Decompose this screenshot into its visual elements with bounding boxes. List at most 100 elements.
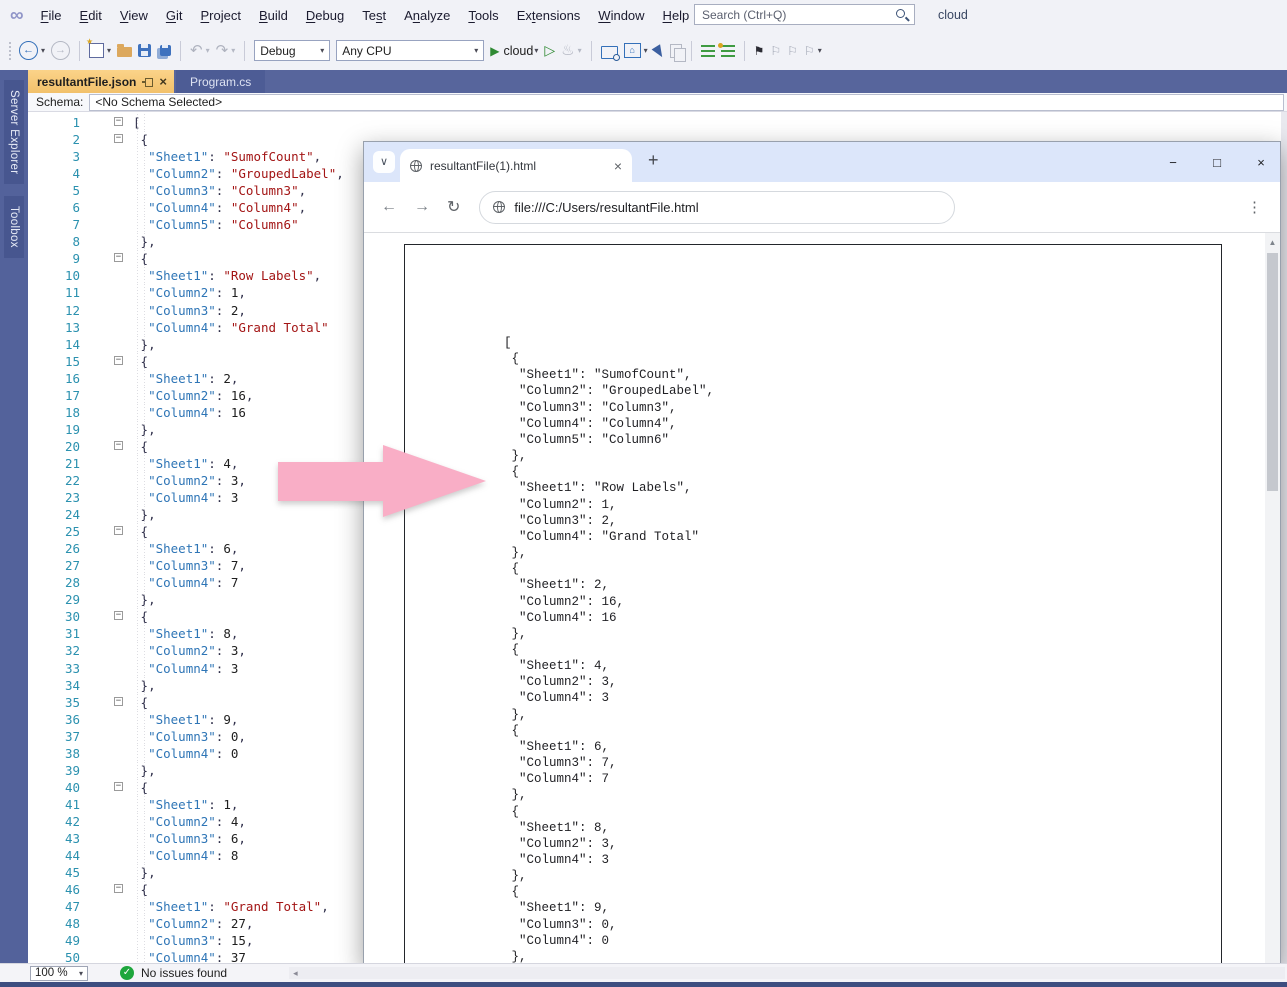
format-document-icon[interactable] <box>701 45 715 57</box>
navigate-back-icon[interactable]: ← <box>19 41 38 60</box>
navigate-forward-icon[interactable]: → <box>51 41 70 60</box>
undo-icon[interactable]: ↶ <box>190 42 203 60</box>
fold-column[interactable]: − <box>88 353 133 370</box>
horizontal-scrollbar[interactable]: ◂ <box>289 967 1285 979</box>
schema-dropdown[interactable]: <No Schema Selected> <box>89 94 1284 111</box>
forward-icon[interactable]: → <box>414 198 430 216</box>
chevron-down-icon[interactable]: ▾ <box>818 46 822 55</box>
save-all-icon[interactable] <box>160 45 171 56</box>
browser-scrollbar[interactable]: ▲ <box>1265 233 1280 964</box>
fold-column[interactable]: − <box>88 694 133 711</box>
fold-column <box>88 660 133 677</box>
tab-resultantfile-json[interactable]: resultantFile.json × <box>28 70 174 93</box>
scroll-left-icon[interactable]: ◂ <box>293 968 298 979</box>
editor-line[interactable]: 1−[ <box>28 114 1281 131</box>
back-icon[interactable]: ← <box>381 198 397 216</box>
menu-git[interactable]: Git <box>157 0 192 31</box>
previous-bookmark-icon[interactable]: ⚐ <box>770 43 781 59</box>
configuration-dropdown[interactable]: Debug▾ <box>254 40 330 61</box>
scrollbar-thumb[interactable] <box>1267 253 1278 491</box>
menu-view[interactable]: View <box>111 0 157 31</box>
start-debugging-button[interactable]: ▶ cloud ▾ <box>490 44 538 58</box>
hot-reload-icon[interactable]: ♨ <box>561 42 574 60</box>
next-bookmark-icon[interactable]: ⚐ <box>787 43 798 59</box>
menu-test[interactable]: Test <box>353 0 395 31</box>
menu-tools[interactable]: Tools <box>459 0 507 31</box>
status-bar <box>0 982 1287 987</box>
menu-extensions[interactable]: Extensions <box>508 0 590 31</box>
search-box[interactable]: Search (Ctrl+Q) <box>694 4 915 25</box>
fold-column[interactable]: − <box>88 779 133 796</box>
scroll-up-icon[interactable]: ▲ <box>1265 233 1280 247</box>
visual-studio-logo[interactable]: ∞ <box>10 0 24 31</box>
chevron-down-icon[interactable]: ▾ <box>206 46 210 55</box>
chevron-down-icon[interactable]: ▾ <box>41 46 45 55</box>
menu-build[interactable]: Build <box>250 0 297 31</box>
fold-column[interactable]: − <box>88 131 133 148</box>
chevron-down-icon[interactable]: ▾ <box>231 46 235 55</box>
line-number: 28 <box>28 574 88 591</box>
fold-column[interactable]: − <box>88 523 133 540</box>
close-icon[interactable]: × <box>159 74 167 89</box>
copy-icon[interactable] <box>670 44 682 58</box>
menu-file[interactable]: File <box>32 0 71 31</box>
find-in-files-icon[interactable] <box>601 46 618 59</box>
menu-project[interactable]: Project <box>192 0 250 31</box>
line-number: 5 <box>28 182 88 199</box>
pin-icon[interactable] <box>142 77 153 86</box>
clear-bookmarks-icon[interactable]: ⚐ <box>804 43 815 59</box>
maximize-button[interactable]: □ <box>1210 155 1224 170</box>
menu-analyze[interactable]: Analyze <box>395 0 459 31</box>
chevron-down-icon[interactable]: ▾ <box>578 46 582 55</box>
close-button[interactable]: × <box>1254 155 1268 170</box>
minimize-button[interactable]: − <box>1166 155 1180 170</box>
menu-edit[interactable]: Edit <box>71 0 111 31</box>
tab-close-icon[interactable]: × <box>614 158 622 174</box>
open-file-icon[interactable] <box>117 47 132 57</box>
collapse-icon: − <box>114 526 123 535</box>
reload-icon[interactable]: ↻ <box>447 197 460 217</box>
line-number: 40 <box>28 779 88 796</box>
new-tab-button[interactable]: + <box>648 150 659 171</box>
format-selection-icon[interactable] <box>721 45 735 57</box>
fold-column[interactable]: − <box>88 608 133 625</box>
tab-search-button[interactable]: ∨ <box>373 151 395 173</box>
fold-column[interactable]: − <box>88 114 133 131</box>
save-icon[interactable] <box>138 44 151 57</box>
address-bar[interactable]: file:///C:/Users/resultantFile.html <box>479 191 955 224</box>
redo-icon[interactable]: ↷ <box>216 42 229 60</box>
fold-column[interactable]: − <box>88 438 133 455</box>
collapse-icon: − <box>114 134 123 143</box>
platform-dropdown[interactable]: Any CPU▾ <box>336 40 484 61</box>
server-explorer-tab[interactable]: Server Explorer <box>4 80 24 184</box>
schema-label: Schema: <box>36 95 83 109</box>
line-number: 36 <box>28 711 88 728</box>
standard-toolbar: ← ▾ → ▾ ↶ ▾ ↷ ▾ Debug▾ Any CPU▾ ▶ cloud … <box>0 31 1287 70</box>
browser-tab[interactable]: resultantFile(1).html × <box>400 149 632 182</box>
browser-menu-kebab-icon[interactable]: ⋮ <box>1247 198 1262 216</box>
toggle-bookmark-icon[interactable]: ⚑ <box>754 43 765 59</box>
fold-column[interactable]: − <box>88 250 133 267</box>
tab-program-cs[interactable]: Program.cs <box>176 70 265 93</box>
new-item-icon[interactable] <box>89 43 104 58</box>
zoom-dropdown[interactable]: 100 %▾ <box>30 966 88 981</box>
editor-scrollbar[interactable] <box>1281 112 1287 963</box>
toolbox-tab[interactable]: Toolbox <box>4 196 24 258</box>
fold-column <box>88 455 133 472</box>
account-label[interactable]: cloud <box>938 8 968 22</box>
fold-column <box>88 165 133 182</box>
menu-window[interactable]: Window <box>589 0 653 31</box>
editor-bottom-bar: 100 %▾ ✓ No issues found ◂ <box>0 963 1287 982</box>
chevron-down-icon[interactable]: ▾ <box>644 46 648 55</box>
toolbar-grip[interactable] <box>8 41 13 61</box>
chevron-down-icon[interactable]: ▾ <box>107 46 111 55</box>
fold-column <box>88 864 133 881</box>
health-check-icon[interactable]: ✓ <box>120 966 134 980</box>
toolbar-separator <box>79 41 80 61</box>
solution-explorer-icon[interactable]: ⌂ <box>624 43 641 58</box>
select-element-icon[interactable] <box>651 44 666 59</box>
fold-column[interactable]: − <box>88 881 133 898</box>
start-without-debugging-icon[interactable]: ▷ <box>544 42 555 59</box>
menu-debug[interactable]: Debug <box>297 0 353 31</box>
menu-help[interactable]: Help <box>654 0 699 31</box>
